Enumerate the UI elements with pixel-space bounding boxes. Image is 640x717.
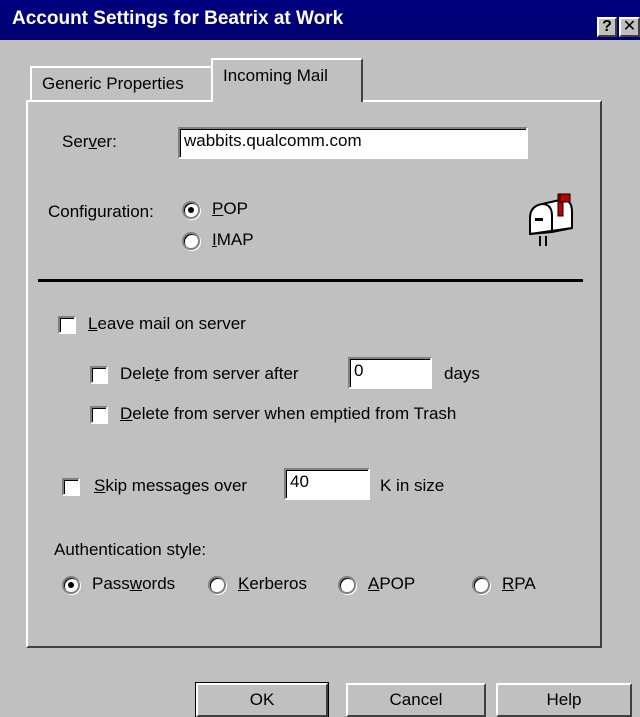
radio-kerberos-label: Kerberos xyxy=(238,574,307,593)
leave-mail-checkbox[interactable]: Leave mail on server xyxy=(58,314,318,338)
skip-messages-label: Skip messages over xyxy=(94,476,248,495)
delete-trash-label: Delete from server when emptied from Tra… xyxy=(120,404,457,423)
window-title: Account Settings for Beatrix at Work xyxy=(12,8,344,29)
tab-incoming-mail-label: Incoming Mail xyxy=(223,66,328,85)
title-bar[interactable]: Account Settings for Beatrix at Work ? ✕ xyxy=(0,0,640,42)
leave-mail-checkbox-box[interactable] xyxy=(58,316,76,334)
days-label: days xyxy=(444,364,480,383)
delete-trash-checkbox-box[interactable] xyxy=(90,406,108,424)
server-input[interactable]: wabbits.qualcomm.com xyxy=(178,127,528,159)
radio-rpa[interactable]: RPA xyxy=(472,574,552,598)
radio-passwords[interactable]: Passwords xyxy=(62,574,192,598)
help-titlebar-button[interactable]: ? xyxy=(597,17,617,37)
mailbox-icon xyxy=(529,193,573,246)
radio-passwords-label: Passwords xyxy=(92,574,176,593)
server-label: Server: xyxy=(62,132,117,151)
close-titlebar-button[interactable]: ✕ xyxy=(619,17,640,37)
radio-apop-label: APOP xyxy=(368,574,416,593)
radio-imap-label: IMAP xyxy=(212,230,254,249)
ok-button[interactable]: OK xyxy=(196,683,328,717)
cancel-button[interactable]: Cancel xyxy=(346,683,486,717)
help-button[interactable]: Help xyxy=(496,683,632,717)
separator xyxy=(38,279,583,282)
radio-pop-label: POP xyxy=(212,199,248,218)
radio-apop[interactable]: APOP xyxy=(338,574,438,598)
configuration-label: Configuration: xyxy=(48,202,154,221)
radio-passwords-indicator[interactable] xyxy=(62,576,80,594)
skip-messages-checkbox[interactable]: Skip messages over xyxy=(62,476,278,500)
delete-after-checkbox-box[interactable] xyxy=(90,366,108,384)
leave-mail-label: Leave mail on server xyxy=(88,314,246,333)
radio-imap-indicator[interactable] xyxy=(182,232,200,250)
radio-rpa-indicator[interactable] xyxy=(472,576,490,594)
radio-kerberos[interactable]: Kerberos xyxy=(208,574,328,598)
delete-after-checkbox[interactable]: Delete from server after xyxy=(90,364,340,388)
tab-incoming-mail[interactable]: Incoming Mail xyxy=(211,58,363,102)
skip-messages-checkbox-box[interactable] xyxy=(62,478,80,496)
radio-pop[interactable]: POP xyxy=(182,199,272,223)
radio-rpa-label: RPA xyxy=(502,574,536,593)
size-unit-label: K in size xyxy=(380,476,445,495)
radio-kerberos-indicator[interactable] xyxy=(208,576,226,594)
radio-imap[interactable]: IMAP xyxy=(182,230,272,254)
delete-trash-checkbox[interactable]: Delete from server when emptied from Tra… xyxy=(90,404,520,428)
tab-generic-properties[interactable]: Generic Properties xyxy=(30,66,213,102)
authentication-label: Authentication style: xyxy=(54,540,207,559)
delete-after-label: Delete from server after xyxy=(120,364,299,383)
delete-days-input[interactable]: 0 xyxy=(348,357,432,389)
skip-size-input[interactable]: 40 xyxy=(284,468,370,500)
radio-apop-indicator[interactable] xyxy=(338,576,356,594)
radio-pop-indicator[interactable] xyxy=(182,201,200,219)
